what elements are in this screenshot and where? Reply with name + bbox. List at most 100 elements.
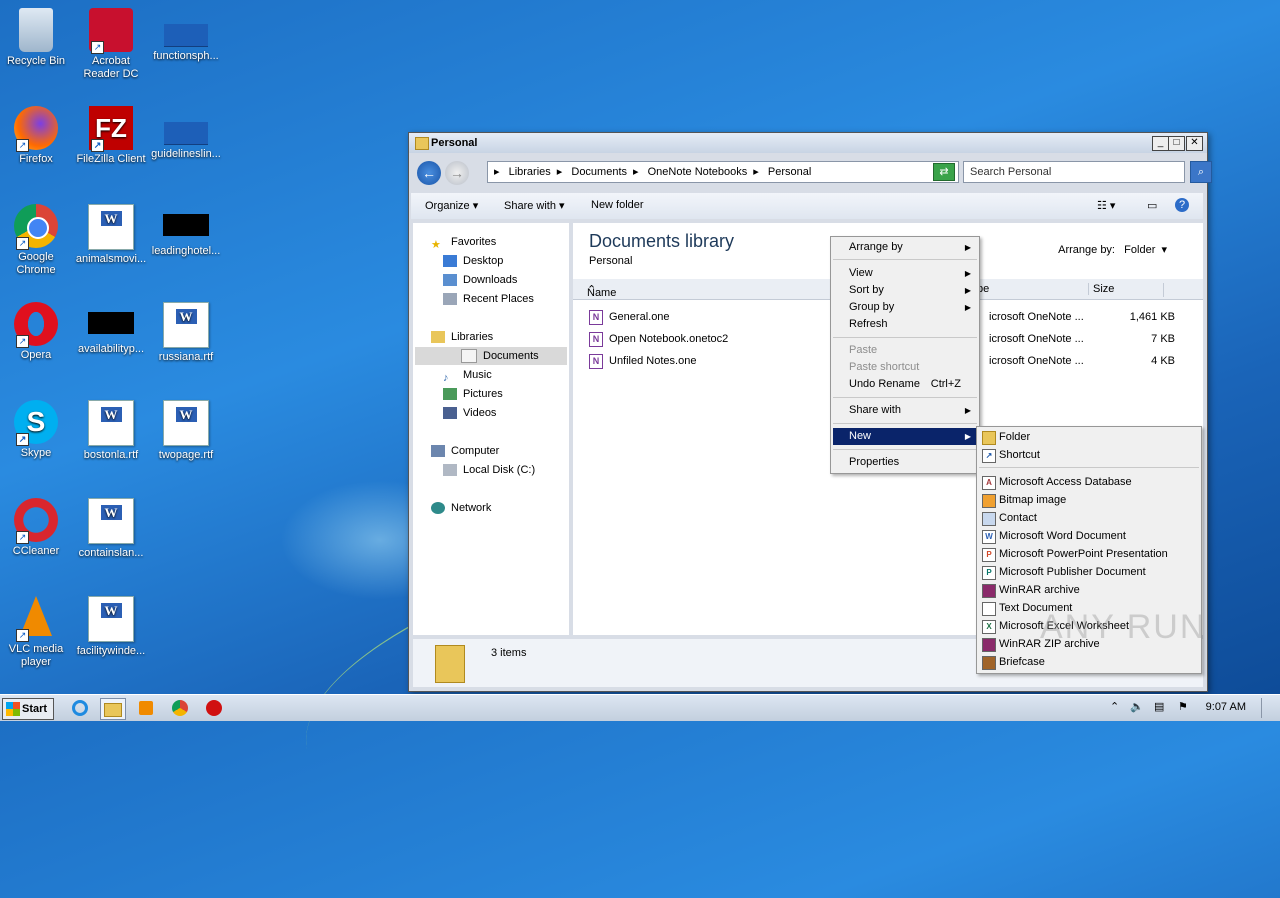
- menu-item-new[interactable]: New ▶: [833, 428, 977, 445]
- share-with-label: Share with: [504, 200, 556, 212]
- menu-item-share-with[interactable]: Share with ▶: [833, 402, 977, 419]
- desktop-icon-opera[interactable]: ↗ Opera: [0, 296, 72, 362]
- search-input[interactable]: Search Personal ⌕: [963, 161, 1212, 183]
- desktop-icon-facilitywinde[interactable]: W facilitywinde...: [75, 590, 147, 658]
- desktop-icon-twopage[interactable]: W twopage.rtf: [150, 394, 222, 462]
- nav-computer[interactable]: Computer: [431, 442, 499, 460]
- nav-recent-places[interactable]: Recent Places: [443, 290, 534, 308]
- forward-arrow-icon[interactable]: →: [445, 161, 469, 185]
- new-item-contact[interactable]: Contact: [979, 510, 1199, 527]
- desktop-icon-chrome[interactable]: ↗ Google Chrome: [0, 198, 72, 277]
- nav-label: Desktop: [463, 255, 504, 267]
- desktop-icon: [443, 255, 457, 268]
- desktop-icon-guidelineslin[interactable]: guidelineslin...: [150, 100, 222, 161]
- arrange-by-control[interactable]: Arrange by: Folder ▾: [1058, 243, 1167, 256]
- volume-icon[interactable]: 🔈: [1130, 700, 1144, 713]
- new-item-shortcut[interactable]: ↗ Shortcut: [979, 447, 1199, 464]
- breadcrumb-libraries[interactable]: Libraries: [509, 166, 551, 178]
- network-tray-icon[interactable]: ▤: [1154, 700, 1164, 713]
- desktop-icon-leadinghotel[interactable]: leadinghotel...: [150, 198, 222, 258]
- window-title: Personal: [431, 137, 478, 149]
- desktop-icon-availabilityp[interactable]: availabilityp...: [75, 296, 147, 356]
- internet-explorer-icon[interactable]: [68, 698, 92, 718]
- nav-local-disk[interactable]: Local Disk (C:): [443, 461, 535, 479]
- view-options-icon[interactable]: ☷ ▾: [1097, 199, 1115, 212]
- desktop-icon-skype[interactable]: S ↗ Skype: [0, 394, 72, 460]
- search-icon[interactable]: ⌕: [1190, 161, 1212, 183]
- address-bar-row: ← → ▸ Libraries ▸ Documents ▸ OneNote Note…: [413, 159, 1212, 187]
- help-icon[interactable]: ?: [1175, 198, 1189, 212]
- breadcrumb-onenote[interactable]: OneNote Notebooks: [648, 166, 748, 178]
- menu-item-view[interactable]: View ▶: [833, 265, 977, 282]
- desktop-icon-recycle-bin[interactable]: Recycle Bin: [0, 2, 72, 68]
- desktop-icon-functionsph[interactable]: functionsph...: [150, 2, 222, 63]
- access-icon: A: [982, 476, 996, 490]
- nav-music[interactable]: ♪ Music: [443, 366, 492, 384]
- start-button[interactable]: Start: [2, 698, 54, 720]
- desktop-icon-acrobat[interactable]: ↗ Acrobat Reader DC: [75, 2, 147, 81]
- media-player-icon[interactable]: [134, 698, 158, 718]
- breadcrumb-documents[interactable]: Documents: [571, 166, 627, 178]
- menu-item-properties[interactable]: Properties: [833, 454, 977, 471]
- column-header-name[interactable]: Name ⌃: [587, 283, 616, 299]
- desktop-icon-containslan[interactable]: W containslan...: [75, 492, 147, 560]
- nav-libraries[interactable]: Libraries: [431, 328, 493, 346]
- new-item-briefcase[interactable]: Briefcase: [979, 654, 1199, 671]
- word-doc-icon: W: [88, 498, 134, 544]
- menu-item-group-by[interactable]: Group by ▶: [833, 299, 977, 316]
- preview-pane-icon[interactable]: ▭: [1147, 199, 1157, 212]
- file-type: icrosoft OneNote ...: [989, 355, 1084, 367]
- menu-separator: [833, 449, 977, 450]
- breadcrumb-personal[interactable]: Personal: [768, 166, 811, 178]
- nav-downloads[interactable]: Downloads: [443, 271, 517, 289]
- show-desktop-button[interactable]: [1261, 698, 1276, 718]
- taskbar: Start ⌃ 🔈 ▤ ⚑ 9:07 AM: [0, 694, 1280, 721]
- refresh-icon[interactable]: ⇄: [933, 163, 955, 181]
- nav-favorites[interactable]: ★ Favorites: [431, 233, 496, 251]
- desktop-icon-firefox[interactable]: ↗ Firefox: [0, 100, 72, 166]
- desktop-icon-bostonla[interactable]: W bostonla.rtf: [75, 394, 147, 462]
- menu-item-arrange-by[interactable]: Arrange by ▶: [833, 239, 977, 256]
- maximize-button[interactable]: □: [1168, 136, 1185, 151]
- recycle-bin-icon: [19, 8, 53, 52]
- column-header-size[interactable]: Size: [1088, 283, 1114, 295]
- nav-videos[interactable]: Videos: [443, 404, 496, 422]
- desktop-icon-ccleaner[interactable]: ↗ CCleaner: [0, 492, 72, 558]
- breadcrumb[interactable]: ▸ Libraries ▸ Documents ▸ OneNote Notebook…: [487, 161, 959, 183]
- menu-item-undo-rename[interactable]: Undo Rename Ctrl+Z: [833, 376, 977, 393]
- desktop-icon-vlc[interactable]: ↗ VLC media player: [0, 590, 72, 669]
- desktop-icon-animalsmovi[interactable]: W animalsmovi...: [75, 198, 147, 266]
- desktop-icon-filezilla[interactable]: FZ ↗ FileZilla Client: [75, 100, 147, 166]
- start-label: Start: [22, 703, 48, 715]
- nav-network[interactable]: Network: [431, 499, 491, 517]
- new-item-publisher[interactable]: P Microsoft Publisher Document: [979, 564, 1199, 581]
- title-bar[interactable]: Personal _ □ ✕: [409, 133, 1207, 153]
- back-arrow-icon[interactable]: ←: [417, 161, 441, 185]
- action-center-icon[interactable]: ⚑: [1178, 700, 1188, 713]
- nav-pictures[interactable]: Pictures: [443, 385, 503, 403]
- menu-item-refresh[interactable]: Refresh: [833, 316, 977, 333]
- nav-desktop[interactable]: Desktop: [443, 252, 503, 270]
- close-button[interactable]: ✕: [1186, 136, 1203, 151]
- new-item-folder[interactable]: Folder: [979, 429, 1199, 446]
- nav-documents[interactable]: Documents: [415, 347, 567, 365]
- new-folder-button[interactable]: New folder: [591, 199, 644, 211]
- new-item-word[interactable]: W Microsoft Word Document: [979, 528, 1199, 545]
- desktop-icon-russiana[interactable]: W russiana.rtf: [150, 296, 222, 364]
- clock[interactable]: 9:07 AM: [1206, 701, 1246, 713]
- organize-button[interactable]: Organize ▾: [425, 199, 478, 212]
- arrange-by-value: Folder: [1124, 244, 1156, 256]
- new-item-winrar[interactable]: WinRAR archive: [979, 582, 1199, 599]
- share-with-button[interactable]: Share with ▾: [504, 199, 565, 212]
- new-item-bitmap[interactable]: Bitmap image: [979, 492, 1199, 509]
- new-item-powerpoint[interactable]: P Microsoft PowerPoint Presentation: [979, 546, 1199, 563]
- stop-icon[interactable]: [202, 698, 226, 718]
- pictures-icon: [443, 388, 457, 401]
- menu-label: Group by: [849, 301, 895, 313]
- menu-item-sort-by[interactable]: Sort by ▶: [833, 282, 977, 299]
- minimize-button[interactable]: _: [1152, 136, 1169, 151]
- tray-expand-icon[interactable]: ⌃: [1110, 700, 1119, 713]
- chrome-taskbar-icon[interactable]: [168, 698, 192, 718]
- explorer-taskbar-icon[interactable]: [100, 698, 126, 720]
- new-item-access[interactable]: A Microsoft Access Database: [979, 474, 1199, 491]
